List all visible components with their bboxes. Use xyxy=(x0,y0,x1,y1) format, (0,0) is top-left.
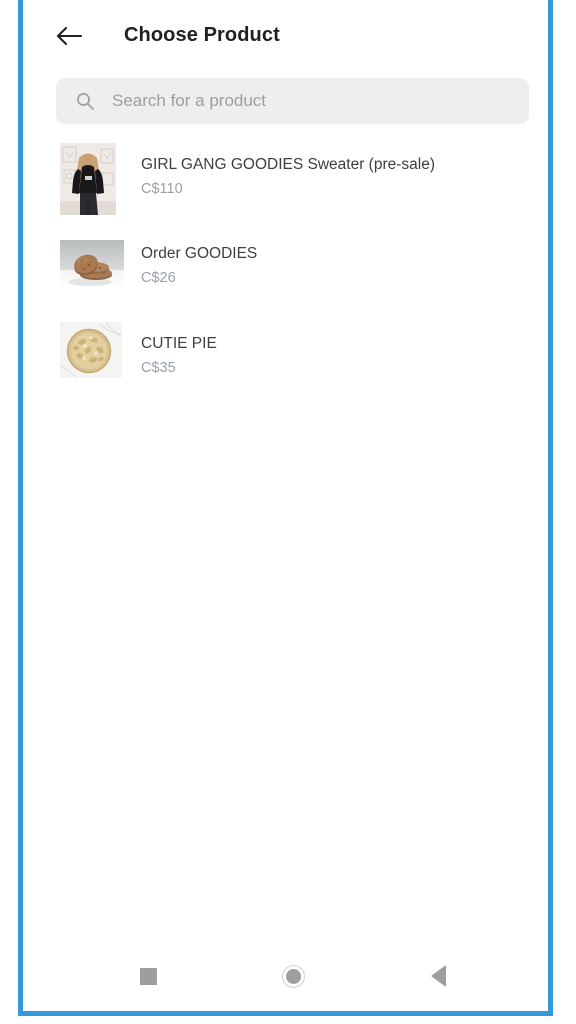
search-input[interactable] xyxy=(112,78,519,124)
product-thumbnail xyxy=(60,143,116,215)
list-item[interactable]: Order GOODIES C$26 xyxy=(23,223,548,313)
square-recents-icon xyxy=(139,967,157,985)
product-thumbnail xyxy=(60,240,124,288)
phone-screen: Choose Product Search for a product GIRL… xyxy=(23,0,548,1011)
pie-photo xyxy=(60,322,122,378)
nav-recents-button[interactable] xyxy=(124,960,172,992)
app-bar: Choose Product xyxy=(23,0,548,66)
triangle-back-icon xyxy=(430,965,446,987)
product-name: Order GOODIES xyxy=(141,245,258,262)
list-item[interactable]: GIRL GANG GOODIES Sweater (pre-sale) C$1… xyxy=(23,133,548,223)
product-price: C$26 xyxy=(141,270,176,286)
nav-back-button[interactable] xyxy=(414,960,462,992)
product-info: GIRL GANG GOODIES Sweater (pre-sale) C$1… xyxy=(141,155,435,199)
product-price: C$110 xyxy=(141,181,183,197)
search-field[interactable] xyxy=(56,78,529,124)
nav-home-button[interactable] xyxy=(269,960,317,992)
device-frame: Choose Product Search for a product GIRL… xyxy=(18,0,553,1016)
arrow-left-icon xyxy=(55,24,83,48)
product-thumbnail xyxy=(60,322,122,378)
product-list: GIRL GANG GOODIES Sweater (pre-sale) C$1… xyxy=(23,133,548,403)
search-icon xyxy=(75,91,95,111)
cookies-photo xyxy=(60,240,124,288)
product-info: CUTIE PIE C$35 xyxy=(141,334,217,378)
product-info: Order GOODIES C$26 xyxy=(141,244,257,288)
page-title: Choose Product xyxy=(124,24,280,46)
sweater-photo xyxy=(60,143,116,215)
screenshot-root: Choose Product Search for a product GIRL… xyxy=(0,0,576,1024)
product-name: CUTIE PIE xyxy=(141,335,217,352)
back-button[interactable] xyxy=(49,19,89,53)
product-name: GIRL GANG GOODIES Sweater (pre-sale) xyxy=(141,156,436,173)
android-nav-bar xyxy=(23,941,548,1011)
circle-home-icon xyxy=(281,964,305,988)
list-item[interactable]: CUTIE PIE C$35 xyxy=(23,313,548,403)
product-price: C$35 xyxy=(141,360,176,376)
